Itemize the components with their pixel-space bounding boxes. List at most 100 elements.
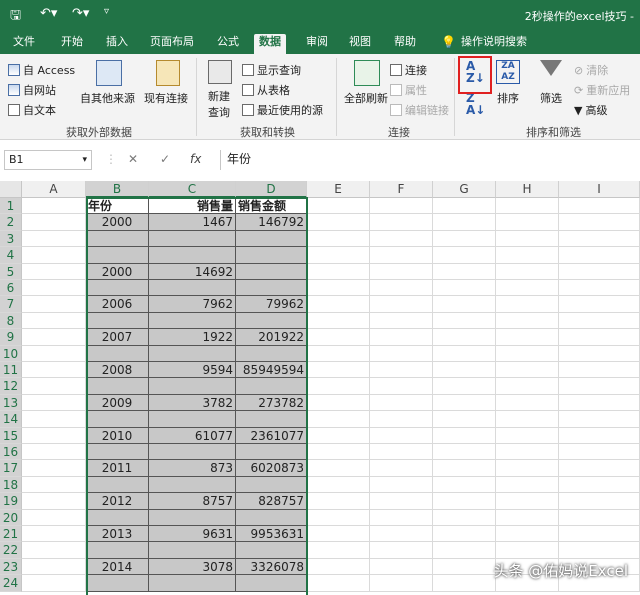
cell-I11[interactable] xyxy=(559,362,640,379)
cell-G15[interactable] xyxy=(433,427,496,444)
cell-empty[interactable] xyxy=(149,247,236,264)
cell-A8[interactable] xyxy=(22,312,86,330)
cell-year[interactable]: 2012 xyxy=(86,493,149,510)
row-header-20[interactable]: 20 xyxy=(0,509,22,526)
row-header-23[interactable]: 23 xyxy=(0,558,22,576)
sort-z-to-a-icon[interactable]: Z A↓ xyxy=(466,92,485,116)
cell-I18[interactable] xyxy=(559,476,640,494)
cell-empty[interactable] xyxy=(236,476,307,494)
cell-empty[interactable] xyxy=(86,280,149,297)
cell-A16[interactable] xyxy=(22,444,86,461)
cell-A22[interactable] xyxy=(22,542,86,559)
cell-quantity[interactable]: 3782 xyxy=(149,394,236,412)
cell-F9[interactable] xyxy=(370,329,433,346)
cell-A5[interactable] xyxy=(22,263,86,280)
cell-F3[interactable] xyxy=(370,230,433,248)
cell-G7[interactable] xyxy=(433,296,496,313)
cell-H8[interactable] xyxy=(496,312,559,330)
cell-H6[interactable] xyxy=(496,280,559,297)
tab-home[interactable]: 开始 xyxy=(56,34,88,54)
cell-F18[interactable] xyxy=(370,476,433,494)
cell-amount[interactable]: 828757 xyxy=(236,493,307,510)
row-header-17[interactable]: 17 xyxy=(0,460,22,477)
header-year[interactable]: 年份 xyxy=(86,198,149,215)
show-queries-button[interactable]: 显示查询 xyxy=(242,62,301,78)
refresh-all-button[interactable]: 全部刷新 xyxy=(344,90,388,106)
cell-E12[interactable] xyxy=(307,378,370,395)
cell-F6[interactable] xyxy=(370,280,433,297)
cell-E16[interactable] xyxy=(307,444,370,461)
cell-H21[interactable] xyxy=(496,526,559,543)
cell-A21[interactable] xyxy=(22,526,86,543)
row-header-18[interactable]: 18 xyxy=(0,476,22,494)
cell-quantity[interactable]: 7962 xyxy=(149,296,236,313)
cell-F5[interactable] xyxy=(370,263,433,280)
cell-empty[interactable] xyxy=(149,444,236,461)
cell-empty[interactable] xyxy=(86,411,149,428)
row-header-10[interactable]: 10 xyxy=(0,345,22,362)
cell-year[interactable]: 2010 xyxy=(86,427,149,444)
tab-review[interactable]: 审阅 xyxy=(301,34,333,54)
cell-quantity[interactable]: 1922 xyxy=(149,329,236,346)
column-header-I[interactable]: I xyxy=(559,181,640,198)
cell-empty[interactable] xyxy=(149,509,236,526)
cell-I8[interactable] xyxy=(559,312,640,330)
cell-empty[interactable] xyxy=(236,378,307,395)
reapply-button[interactable]: ⟳ 重新应用 xyxy=(574,82,630,98)
column-header-A[interactable]: A xyxy=(22,181,86,198)
cell-E3[interactable] xyxy=(307,230,370,248)
cell-H22[interactable] xyxy=(496,542,559,559)
cell-G1[interactable] xyxy=(433,198,496,215)
cell-amount[interactable]: 85949594 xyxy=(236,362,307,379)
cell-E24[interactable] xyxy=(307,575,370,592)
row-header-15[interactable]: 15 xyxy=(0,427,22,444)
column-header-E[interactable]: E xyxy=(307,181,370,198)
new-query-button[interactable]: 新建 xyxy=(208,88,230,104)
cell-G6[interactable] xyxy=(433,280,496,297)
cell-amount[interactable]: 9953631 xyxy=(236,526,307,543)
row-header-11[interactable]: 11 xyxy=(0,362,22,379)
cell-H3[interactable] xyxy=(496,230,559,248)
cell-quantity[interactable]: 14692 xyxy=(149,263,236,280)
cell-I1[interactable] xyxy=(559,198,640,215)
row-header-2[interactable]: 2 xyxy=(0,214,22,231)
cell-empty[interactable] xyxy=(149,575,236,592)
cell-H17[interactable] xyxy=(496,460,559,477)
row-header-21[interactable]: 21 xyxy=(0,526,22,543)
cell-empty[interactable] xyxy=(86,230,149,248)
cell-F16[interactable] xyxy=(370,444,433,461)
cell-I15[interactable] xyxy=(559,427,640,444)
cell-A14[interactable] xyxy=(22,411,86,428)
redo-icon[interactable]: ↷▾ xyxy=(72,6,89,21)
tab-view[interactable]: 视图 xyxy=(344,34,376,54)
cell-quantity[interactable]: 8757 xyxy=(149,493,236,510)
cell-empty[interactable] xyxy=(149,312,236,330)
cell-empty[interactable] xyxy=(149,345,236,362)
cell-G11[interactable] xyxy=(433,362,496,379)
cell-F13[interactable] xyxy=(370,394,433,412)
header-quantity[interactable]: 销售量 xyxy=(149,198,236,215)
cell-G8[interactable] xyxy=(433,312,496,330)
cell-E9[interactable] xyxy=(307,329,370,346)
cell-empty[interactable] xyxy=(236,247,307,264)
cell-H13[interactable] xyxy=(496,394,559,412)
cell-G12[interactable] xyxy=(433,378,496,395)
row-header-3[interactable]: 3 xyxy=(0,230,22,248)
cell-I10[interactable] xyxy=(559,345,640,362)
column-header-D[interactable]: D xyxy=(236,181,307,198)
cell-F24[interactable] xyxy=(370,575,433,592)
cell-amount[interactable] xyxy=(236,263,307,280)
column-header-B[interactable]: B xyxy=(86,181,149,198)
cell-A18[interactable] xyxy=(22,476,86,494)
cell-I22[interactable] xyxy=(559,542,640,559)
cell-I20[interactable] xyxy=(559,509,640,526)
filter-button[interactable]: 筛选 xyxy=(540,90,562,106)
tell-me-search[interactable]: 操作说明搜索 xyxy=(456,34,532,54)
cell-G18[interactable] xyxy=(433,476,496,494)
cell-year[interactable]: 2011 xyxy=(86,460,149,477)
cell-quantity[interactable]: 61077 xyxy=(149,427,236,444)
from-web-button[interactable]: 自网站 xyxy=(8,82,56,98)
cell-empty[interactable] xyxy=(236,542,307,559)
row-header-5[interactable]: 5 xyxy=(0,263,22,280)
cell-empty[interactable] xyxy=(86,378,149,395)
